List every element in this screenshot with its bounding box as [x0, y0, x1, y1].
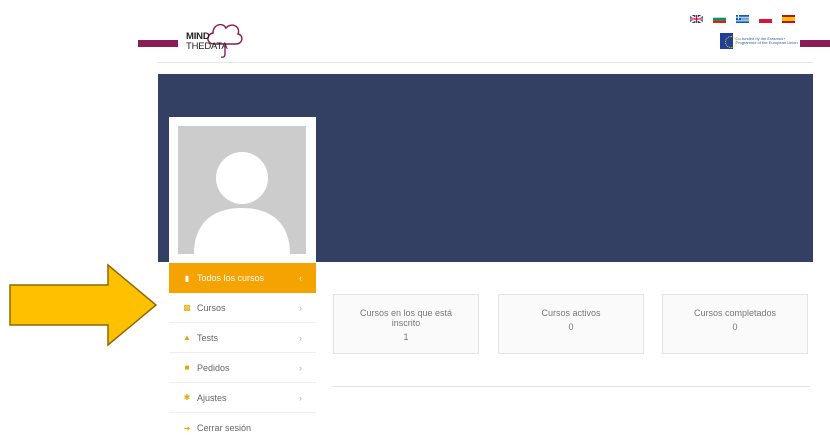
sidebar-item-label: Cerrar sesión [197, 423, 252, 433]
user-placeholder-icon [178, 126, 306, 254]
content-divider [333, 386, 810, 387]
stat-label: Cursos completados [693, 308, 777, 318]
chevron-right-icon: › [299, 392, 302, 403]
header-accent-bar-right [800, 40, 830, 47]
sidebar-item-ajustes[interactable]: ✱ Ajustes › [169, 383, 316, 413]
chevron-right-icon: › [299, 302, 302, 313]
stat-label: Cursos en los que está inscrito [359, 308, 453, 328]
sidebar-item-label: Ajustes [197, 392, 227, 403]
chevron-right-icon: › [299, 332, 302, 343]
stat-card-completed: Cursos completados 0 [662, 294, 808, 354]
header-accent-bar-left [138, 40, 178, 47]
sidebar-item-pedidos[interactable]: ■ Pedidos › [169, 353, 316, 383]
pl-flag-icon[interactable] [759, 15, 772, 23]
stat-card-active: Cursos activos 0 [498, 294, 644, 354]
language-flags [690, 15, 795, 23]
sidebar-item-todos-los-cursos[interactable]: ▮ Todos los cursos ‹ [169, 263, 316, 293]
el-flag-icon[interactable] [736, 15, 749, 23]
sidebar-item-cerrar-sesion[interactable]: ➜ Cerrar sesión [169, 413, 316, 443]
chevron-left-icon: ‹ [299, 273, 302, 283]
annotation-arrow-icon [9, 263, 158, 347]
stat-card-enrolled: Cursos en los que está inscrito 1 [333, 294, 479, 354]
bg-flag-icon[interactable] [713, 15, 726, 23]
mindthedata-logo[interactable]: MIND THEDATA [186, 14, 256, 60]
eu-notice-text: Co-funded by the Erasmus+ Programme of t… [735, 35, 798, 45]
stat-value: 0 [568, 322, 574, 332]
avatar[interactable] [178, 126, 306, 254]
puzzle-icon: ▲ [183, 333, 191, 342]
sidebar-menu: ▮ Todos los cursos ‹ ▩ Cursos › ▲ Tests … [169, 263, 316, 438]
en-flag-icon[interactable] [690, 15, 703, 23]
sidebar-item-label: Cursos [197, 302, 226, 313]
eu-cofunded-notice: Co-funded by the Erasmus+ Programme of t… [720, 33, 800, 49]
chevron-right-icon: › [299, 362, 302, 373]
logo-line-2: THEDATA [186, 41, 228, 52]
book-icon: ▩ [183, 303, 191, 312]
sidebar-item-label: Tests [197, 332, 219, 343]
stat-value: 0 [732, 322, 738, 332]
logout-icon: ➜ [183, 423, 191, 433]
cart-icon: ■ [184, 363, 190, 372]
sidebar-item-label: Pedidos [197, 362, 230, 373]
stat-value: 1 [403, 332, 409, 342]
header-divider [158, 62, 813, 63]
sidebar-item-cursos[interactable]: ▩ Cursos › [169, 293, 316, 323]
es-flag-icon[interactable] [782, 15, 795, 23]
sidebar-item-label: Todos los cursos [197, 273, 265, 283]
stat-label: Cursos activos [541, 308, 601, 318]
sidebar-item-tests[interactable]: ▲ Tests › [169, 323, 316, 353]
eu-flag-icon [720, 33, 737, 49]
logo-wordmark: MIND THEDATA [186, 32, 228, 52]
chat-icon: ▮ [184, 273, 190, 283]
gear-icon: ✱ [183, 393, 191, 402]
